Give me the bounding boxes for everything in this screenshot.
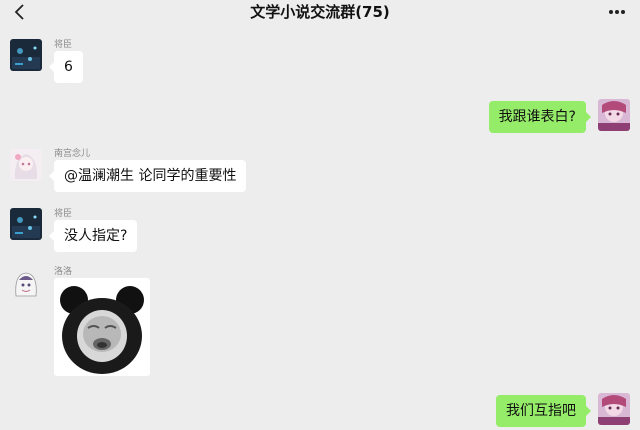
dark-blue-avatar[interactable] xyxy=(10,39,42,71)
more-dots-icon[interactable] xyxy=(606,2,628,22)
anime-white-hair-avatar[interactable] xyxy=(10,149,42,181)
message-bubble[interactable]: @温澜潮生 论同学的重要性 xyxy=(48,160,247,192)
chat-title: 文学小说交流群(75) xyxy=(250,3,390,21)
dark-blue-avatar[interactable] xyxy=(10,208,42,240)
message-bubble-outgoing[interactable]: 我跟谁表白? xyxy=(488,101,592,133)
message-bubble[interactable]: 没人指定? xyxy=(48,220,138,252)
message-bubble[interactable]: 6 xyxy=(49,51,83,83)
sender-name: 将臣 xyxy=(54,209,73,219)
panda-meme-sticker[interactable] xyxy=(54,278,150,376)
message-bubble-outgoing[interactable]: 我们互指吧 xyxy=(496,395,591,427)
anime-girl-avatar[interactable] xyxy=(598,99,630,131)
anime-girl-avatar[interactable] xyxy=(598,393,630,425)
sender-name: 洛洛 xyxy=(54,267,73,277)
chat-header: 文学小说交流群(75) xyxy=(0,0,640,26)
anime-ghost-avatar[interactable] xyxy=(10,268,42,300)
sender-name: 南宫念儿 xyxy=(54,149,91,159)
sender-name: 将臣 xyxy=(54,40,73,50)
